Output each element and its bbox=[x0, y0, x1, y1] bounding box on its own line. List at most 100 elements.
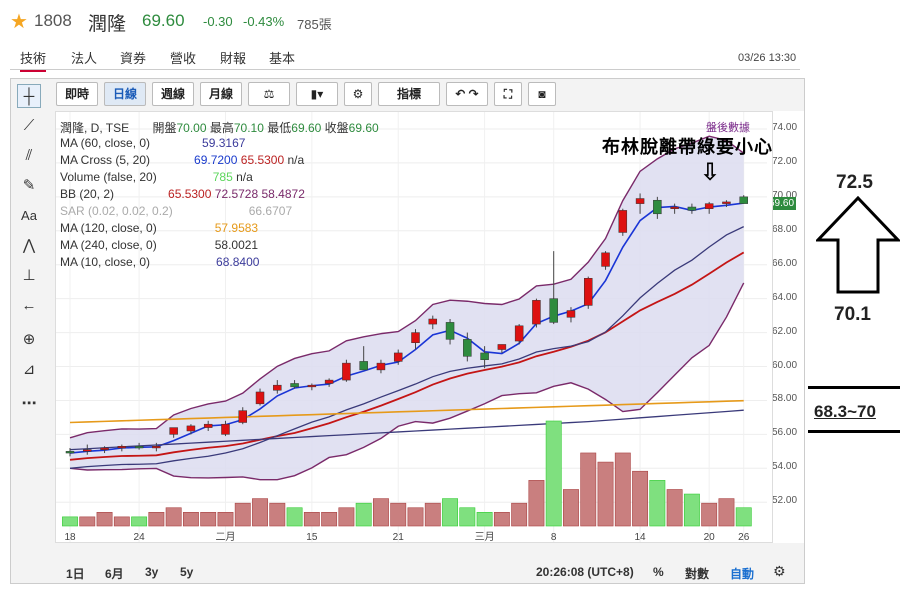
compare-scale-icon[interactable]: ⚖ bbox=[248, 82, 290, 106]
candle-body bbox=[601, 252, 610, 267]
legend-ma10: MA (10, close, 0) 68.8400 bbox=[60, 255, 260, 269]
clock: 20:26:08 (UTC+8) bbox=[536, 565, 634, 579]
y-tick-label: 60.00 bbox=[772, 359, 798, 371]
volume-bar bbox=[701, 502, 718, 527]
volume-bar bbox=[442, 498, 458, 527]
volume-bar bbox=[113, 516, 130, 527]
realtime-button[interactable]: 即時 bbox=[56, 82, 98, 106]
y-tick-label: 58.00 bbox=[772, 393, 798, 405]
annotation-target-mid: 70.1 bbox=[834, 304, 871, 325]
candle-body bbox=[584, 278, 593, 306]
volume-bar bbox=[718, 498, 735, 527]
fib-icon[interactable]: ⫽ bbox=[17, 144, 41, 168]
measure-icon[interactable]: ⊥ bbox=[17, 264, 41, 288]
ruler-icon[interactable]: ⊿ bbox=[17, 358, 41, 382]
volume-bar bbox=[459, 507, 476, 527]
volume-bar bbox=[683, 493, 700, 527]
annotation-target-high: 72.5 bbox=[836, 172, 873, 193]
tab-margin[interactable]: 資券 bbox=[120, 48, 146, 67]
legend-sar: SAR (0.02, 0.02, 0.2) 66.6707 bbox=[60, 204, 293, 218]
annotation-warning: 布林脫離帶綠要小心 bbox=[602, 137, 773, 157]
volume-bar bbox=[528, 480, 545, 527]
range-6m[interactable]: 6月 bbox=[105, 565, 124, 582]
candle-body bbox=[186, 425, 196, 432]
x-tick-label: 20 bbox=[704, 532, 716, 543]
stock-name: 潤隆 bbox=[88, 14, 127, 35]
legend-main: 潤隆, D, TSE 開盤70.00 最高70.10 最低69.60 收盤69.… bbox=[60, 121, 379, 135]
candle-body bbox=[169, 427, 178, 435]
candle-body bbox=[152, 446, 161, 449]
crosshair-icon[interactable]: ┼ bbox=[17, 84, 41, 108]
chart-toolbar: 即時 日線 週線 月線 ⚖ ▮▾ ⚙ 指標 ↶ ↷ ⛶ ◙ bbox=[52, 82, 802, 108]
zoom-icon[interactable]: ⊕ bbox=[17, 328, 41, 352]
chart-settings-gear-icon[interactable]: ⚙ bbox=[773, 563, 786, 580]
up-arrow-icon bbox=[816, 196, 900, 294]
candle-body bbox=[65, 451, 75, 454]
volume-bar bbox=[303, 512, 320, 527]
volume-bar bbox=[373, 498, 389, 527]
y-tick-label: 62.00 bbox=[772, 325, 798, 337]
range-1d[interactable]: 1日 bbox=[66, 565, 85, 582]
log-toggle[interactable]: 對數 bbox=[685, 565, 709, 582]
drawing-toolbar: ┼ ⟋ ⫽ ✎ Aa ⋀ ⊥ ← ⊕ ⊿ ⋯ bbox=[12, 82, 46, 422]
trend-line-icon[interactable]: ⟋ bbox=[17, 114, 41, 138]
price-change-pct: -0.43% bbox=[243, 14, 285, 29]
volume-bar bbox=[614, 452, 631, 527]
back-arrow-icon[interactable]: ← bbox=[17, 294, 41, 318]
camera-icon[interactable]: ◙ bbox=[528, 82, 556, 106]
candle-body bbox=[290, 383, 299, 388]
volume: 785張 bbox=[297, 17, 332, 32]
percent-toggle[interactable]: % bbox=[653, 565, 664, 579]
weekly-button[interactable]: 週線 bbox=[152, 82, 194, 106]
legend-ma120: MA (120, close, 0) 57.9583 bbox=[60, 221, 259, 235]
volume-bar bbox=[545, 420, 562, 527]
candle-body bbox=[134, 446, 144, 449]
candle-body bbox=[100, 447, 109, 450]
tab-institutional[interactable]: 法人 bbox=[71, 48, 97, 67]
candle-body bbox=[411, 332, 420, 344]
candle-body bbox=[203, 423, 213, 428]
tab-financials[interactable]: 財報 bbox=[220, 48, 246, 67]
candle-type-icon[interactable]: ▮▾ bbox=[296, 82, 338, 106]
volume-bar bbox=[62, 516, 78, 527]
settings-gear-icon[interactable]: ⚙ bbox=[344, 82, 372, 106]
candle-body bbox=[635, 198, 645, 204]
undo-redo-icon[interactable]: ↶ ↷ bbox=[446, 82, 488, 106]
volume-bar bbox=[476, 512, 493, 527]
pattern-icon[interactable]: ⋀ bbox=[17, 234, 41, 258]
volume-bar bbox=[321, 512, 338, 527]
fullscreen-icon[interactable]: ⛶ bbox=[494, 82, 522, 106]
more-icon[interactable]: ⋯ bbox=[17, 392, 41, 416]
y-tick-label: 66.00 bbox=[772, 257, 798, 269]
text-tool-icon[interactable]: Aa bbox=[17, 204, 41, 228]
y-tick-label: 74.00 bbox=[772, 121, 798, 133]
volume-bar bbox=[200, 512, 217, 527]
volume-bar bbox=[580, 452, 597, 527]
brush-icon[interactable]: ✎ bbox=[17, 174, 41, 198]
tab-basic[interactable]: 基本 bbox=[269, 48, 295, 67]
auto-toggle[interactable]: 自動 bbox=[730, 565, 754, 582]
tab-revenue[interactable]: 營收 bbox=[170, 48, 196, 67]
candle-body bbox=[428, 318, 438, 325]
monthly-button[interactable]: 月線 bbox=[200, 82, 242, 106]
volume-bar bbox=[666, 489, 683, 527]
tab-technical[interactable]: 技術 bbox=[20, 48, 47, 72]
volume-bar bbox=[148, 512, 165, 527]
volume-bar bbox=[217, 512, 234, 527]
section-tabs: 技術 法人 資券 營收 財報 基本 bbox=[10, 46, 800, 72]
range-3y[interactable]: 3y bbox=[145, 565, 158, 579]
indicators-button[interactable]: 指標 bbox=[378, 82, 440, 106]
range-5y[interactable]: 5y bbox=[180, 565, 193, 579]
volume-bar bbox=[269, 502, 286, 527]
candle-body bbox=[653, 199, 662, 215]
x-tick-label: 14 bbox=[635, 532, 647, 543]
favorite-star-icon[interactable]: ★ bbox=[10, 9, 28, 34]
down-arrow-icon: ⇩ bbox=[700, 159, 721, 186]
daily-button[interactable]: 日線 bbox=[104, 82, 146, 106]
volume-bar bbox=[390, 502, 407, 527]
price-change: -0.30 bbox=[203, 14, 233, 29]
last-update-time: 03/26 13:30 bbox=[738, 52, 797, 64]
volume-bar bbox=[735, 507, 752, 527]
candle-body bbox=[307, 384, 317, 388]
candle-body bbox=[117, 446, 127, 449]
